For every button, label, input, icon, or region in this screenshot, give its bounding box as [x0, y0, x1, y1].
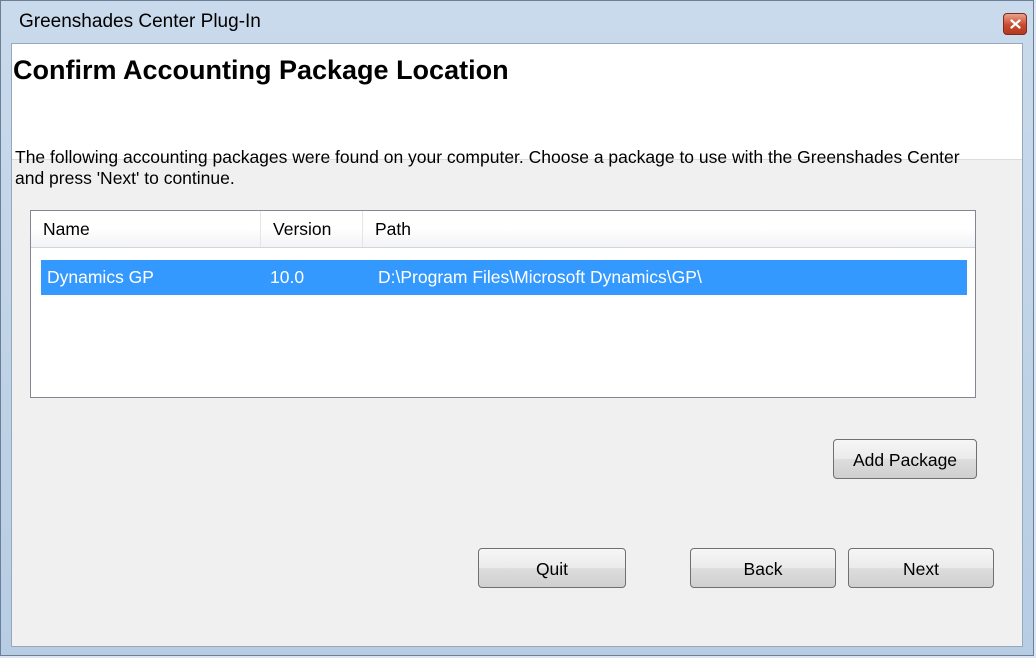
close-icon [1010, 19, 1021, 29]
close-button[interactable] [1003, 13, 1027, 35]
column-header-name[interactable]: Name [31, 211, 261, 247]
list-header: Name Version Path [31, 211, 975, 248]
window-title: Greenshades Center Plug-In [19, 11, 261, 32]
instructions-text: The following accounting packages were f… [15, 147, 960, 188]
package-path-cell: D:\Program Files\Microsoft Dynamics\GP\ [378, 267, 702, 287]
title-bar[interactable]: Greenshades Center Plug-In [1, 1, 1033, 43]
add-package-button[interactable]: Add Package [833, 439, 977, 479]
column-header-path[interactable]: Path [363, 211, 743, 247]
table-row[interactable]: Dynamics GP 10.0 D:\Program Files\Micros… [41, 260, 967, 295]
next-button[interactable]: Next [848, 548, 994, 588]
dialog-window: Greenshades Center Plug-In Confirm Accou… [0, 0, 1034, 656]
page-title: Confirm Accounting Package Location [13, 55, 509, 85]
back-button[interactable]: Back [690, 548, 836, 588]
column-header-version[interactable]: Version [261, 211, 363, 247]
package-version-cell: 10.0 [270, 267, 305, 287]
package-name-cell: Dynamics GP [47, 267, 154, 287]
quit-button[interactable]: Quit [478, 548, 626, 588]
packages-list[interactable]: Name Version Path Dynamics GP 10.0 D:\Pr… [30, 210, 976, 398]
